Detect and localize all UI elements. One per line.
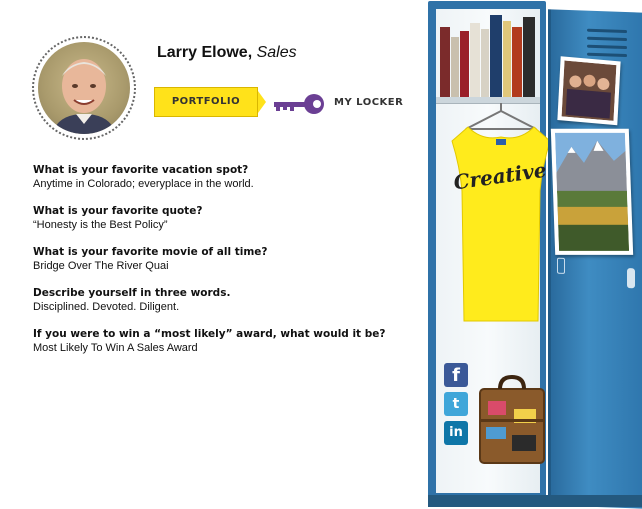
avatar [38,42,130,134]
door-vent [587,44,627,50]
door-handle[interactable] [627,268,635,289]
key-icon[interactable] [274,93,326,115]
avatar-photo [52,59,116,134]
suitcase-image [479,374,545,464]
books-shelf [440,15,535,97]
group-photo [557,56,621,126]
my-locker-link[interactable]: MY LOCKER [334,97,403,108]
twitter-icon[interactable]: t [444,392,468,416]
locker-base [428,495,642,507]
door-latch [557,257,565,274]
qa-item: What is your favorite quote? “Honesty is… [33,204,413,232]
locker-door [548,9,642,509]
qa-item: If you were to win a “most likely” award… [33,327,413,355]
qa-answer: Bridge Over The River Quai [33,260,169,272]
locker: Creative f t in [428,1,642,509]
qa-answer: Most Likely To Win A Sales Award [33,342,198,354]
profile-name: Larry Elowe, [157,44,253,61]
profile-role: Sales [256,44,297,61]
qa-question: What is your favorite quote? [33,205,203,217]
profile-name-line: Larry Elowe, Sales [157,44,297,62]
facebook-icon[interactable]: f [444,363,468,387]
portfolio-arrow [258,91,266,113]
qa-item: What is your favorite movie of all time?… [33,245,413,273]
qa-answer: Anytime in Colorado; everyplace in the w… [33,178,254,190]
qa-list: What is your favorite vacation spot? Any… [33,163,413,368]
qa-item: Describe yourself in three words. Discip… [33,286,413,314]
door-vent [587,36,627,42]
portfolio-button[interactable]: PORTFOLIO [154,87,258,117]
qa-question: What is your favorite movie of all time? [33,246,268,258]
qa-answer: “Honesty is the Best Policy” [33,219,168,231]
qa-question: What is your favorite vacation spot? [33,164,249,176]
qa-question: If you were to win a “most likely” award… [33,328,386,340]
linkedin-icon[interactable]: in [444,421,468,445]
qa-question: Describe yourself in three words. [33,287,231,299]
mountain-photo [550,128,634,255]
shirt-image: Creative [451,103,551,322]
qa-item: What is your favorite vacation spot? Any… [33,163,413,191]
door-vent [587,28,627,34]
qa-answer: Disciplined. Devoted. Diligent. [33,301,180,313]
door-vent [587,52,627,58]
